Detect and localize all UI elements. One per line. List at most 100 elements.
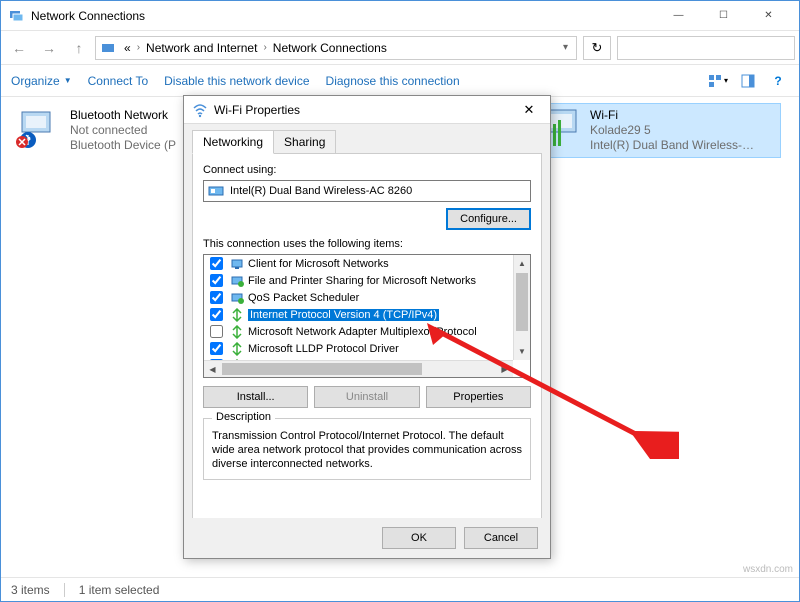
connection-item-wifi[interactable]: Wi-Fi Kolade29 5 Intel(R) Dual Band Wire… — [531, 103, 781, 158]
adapter-icon — [208, 183, 224, 199]
network-item[interactable]: Microsoft LLDP Protocol Driver — [204, 340, 513, 357]
client-icon — [230, 257, 244, 271]
preview-pane-button[interactable] — [737, 70, 759, 92]
dialog-tabs: Networking Sharing — [184, 124, 550, 154]
connection-name: Bluetooth Network — [70, 108, 176, 123]
window-controls: — ☐ ✕ — [656, 2, 791, 30]
breadcrumb-parent[interactable]: Network and Internet — [142, 41, 261, 55]
network-icon — [9, 8, 25, 24]
chevron-down-icon: ▼ — [64, 76, 72, 85]
status-separator — [64, 583, 65, 597]
chevron-right-icon: › — [135, 42, 142, 53]
watermark: wsxdn.com — [743, 564, 793, 575]
network-item[interactable]: Internet Protocol Version 4 (TCP/IPv4) — [204, 306, 513, 323]
minimize-button[interactable]: — — [656, 2, 701, 30]
titlebar: Network Connections — ☐ ✕ — [1, 1, 799, 31]
item-checkbox[interactable] — [210, 274, 223, 287]
dialog-close-button[interactable]: ✕ — [516, 102, 542, 118]
scroll-up-button[interactable]: ▲ — [514, 255, 530, 272]
scroll-right-button[interactable]: ▶ — [496, 361, 513, 377]
uninstall-button[interactable]: Uninstall — [314, 386, 419, 408]
item-label: QoS Packet Scheduler — [248, 292, 359, 304]
vertical-scrollbar[interactable]: ▲ ▼ — [513, 255, 530, 360]
item-checkbox[interactable] — [210, 291, 223, 304]
connect-using-label: Connect using: — [203, 164, 531, 176]
items-label: This connection uses the following items… — [203, 238, 531, 250]
maximize-button[interactable]: ☐ — [701, 2, 746, 30]
back-button[interactable]: ← — [5, 34, 33, 62]
pane-icon — [741, 74, 755, 88]
network-item[interactable]: Client for Microsoft Networks — [204, 255, 513, 272]
network-item[interactable]: File and Printer Sharing for Microsoft N… — [204, 272, 513, 289]
breadcrumb-current[interactable]: Network Connections — [269, 41, 391, 55]
adapter-name: Intel(R) Dual Band Wireless-AC 8260 — [230, 185, 412, 197]
network-items-list[interactable]: Client for Microsoft Networks File and Pr… — [203, 254, 531, 378]
connection-device: Intel(R) Dual Band Wireless-AC 82... — [590, 138, 760, 153]
network-item[interactable]: QoS Packet Scheduler — [204, 289, 513, 306]
disable-device-button[interactable]: Disable this network device — [164, 74, 309, 88]
configure-button[interactable]: Configure... — [446, 208, 531, 230]
adapter-field[interactable]: Intel(R) Dual Band Wireless-AC 8260 — [203, 180, 531, 202]
protocol-icon — [230, 325, 244, 339]
diagnose-button[interactable]: Diagnose this connection — [326, 74, 460, 88]
view-options-button[interactable]: ▾ — [707, 70, 729, 92]
install-button[interactable]: Install... — [203, 386, 308, 408]
chevron-down-icon: ▾ — [724, 76, 728, 85]
description-group: Description Transmission Control Protoco… — [203, 418, 531, 480]
description-label: Description — [212, 411, 275, 423]
status-selection: 1 item selected — [79, 583, 160, 597]
close-button[interactable]: ✕ — [746, 2, 791, 30]
organize-menu[interactable]: Organize ▼ — [11, 74, 72, 88]
service-icon — [230, 274, 244, 288]
connection-device: Bluetooth Device (P — [70, 138, 176, 153]
dialog-footer: OK Cancel — [184, 518, 550, 558]
refresh-button[interactable]: ↻ — [583, 36, 611, 60]
item-label: Internet Protocol Version 4 (TCP/IPv4) — [248, 309, 439, 321]
help-button[interactable]: ? — [767, 70, 789, 92]
connection-status: Kolade29 5 — [590, 123, 760, 138]
description-text: Transmission Control Protocol/Internet P… — [212, 429, 522, 471]
cancel-button[interactable]: Cancel — [464, 527, 538, 549]
navbar: ← → ↑ « › Network and Internet › Network… — [1, 31, 799, 65]
service-icon — [230, 291, 244, 305]
protocol-icon — [230, 308, 244, 322]
scroll-left-button[interactable]: ◀ — [204, 361, 221, 377]
item-checkbox[interactable] — [210, 308, 223, 321]
item-label: Microsoft Network Adapter Multiplexor Pr… — [248, 326, 477, 338]
command-bar: Organize ▼ Connect To Disable this netwo… — [1, 65, 799, 97]
item-checkbox[interactable] — [210, 257, 223, 270]
item-label: Client for Microsoft Networks — [248, 258, 389, 270]
protocol-icon — [230, 342, 244, 356]
forward-button[interactable]: → — [35, 34, 63, 62]
horizontal-scrollbar[interactable]: ◀ ▶ — [204, 360, 513, 377]
chevron-right-icon: › — [261, 42, 268, 53]
address-dropdown[interactable]: ▾ — [559, 42, 572, 53]
status-bar: 3 items 1 item selected — [1, 577, 799, 601]
bluetooth-adapter-icon — [16, 108, 64, 150]
dialog-titlebar: Wi-Fi Properties ✕ — [184, 96, 550, 124]
connect-to-button[interactable]: Connect To — [88, 74, 149, 88]
ok-button[interactable]: OK — [382, 527, 456, 549]
item-checkbox[interactable] — [210, 342, 223, 355]
network-item[interactable]: Microsoft Network Adapter Multiplexor Pr… — [204, 323, 513, 340]
search-input[interactable] — [617, 36, 795, 60]
item-label: File and Printer Sharing for Microsoft N… — [248, 275, 476, 287]
scroll-thumb-h[interactable] — [222, 363, 422, 375]
properties-button[interactable]: Properties — [426, 386, 531, 408]
wifi-properties-dialog: Wi-Fi Properties ✕ Networking Sharing Co… — [183, 95, 551, 559]
up-button[interactable]: ↑ — [65, 34, 93, 62]
location-icon — [100, 40, 116, 56]
tab-networking[interactable]: Networking — [192, 130, 274, 154]
item-label: Microsoft LLDP Protocol Driver — [248, 343, 399, 355]
item-checkbox[interactable] — [210, 325, 223, 338]
connection-name: Wi-Fi — [590, 108, 760, 123]
explorer-window: Network Connections — ☐ ✕ ← → ↑ « › Netw… — [0, 0, 800, 602]
address-bar[interactable]: « › Network and Internet › Network Conne… — [95, 36, 577, 60]
scroll-thumb[interactable] — [516, 273, 528, 331]
connection-status: Not connected — [70, 123, 176, 138]
breadcrumb-root[interactable]: « — [120, 41, 135, 55]
scroll-down-button[interactable]: ▼ — [514, 343, 530, 360]
organize-label: Organize — [11, 74, 60, 88]
view-icon — [708, 74, 722, 88]
tab-sharing[interactable]: Sharing — [273, 130, 336, 154]
